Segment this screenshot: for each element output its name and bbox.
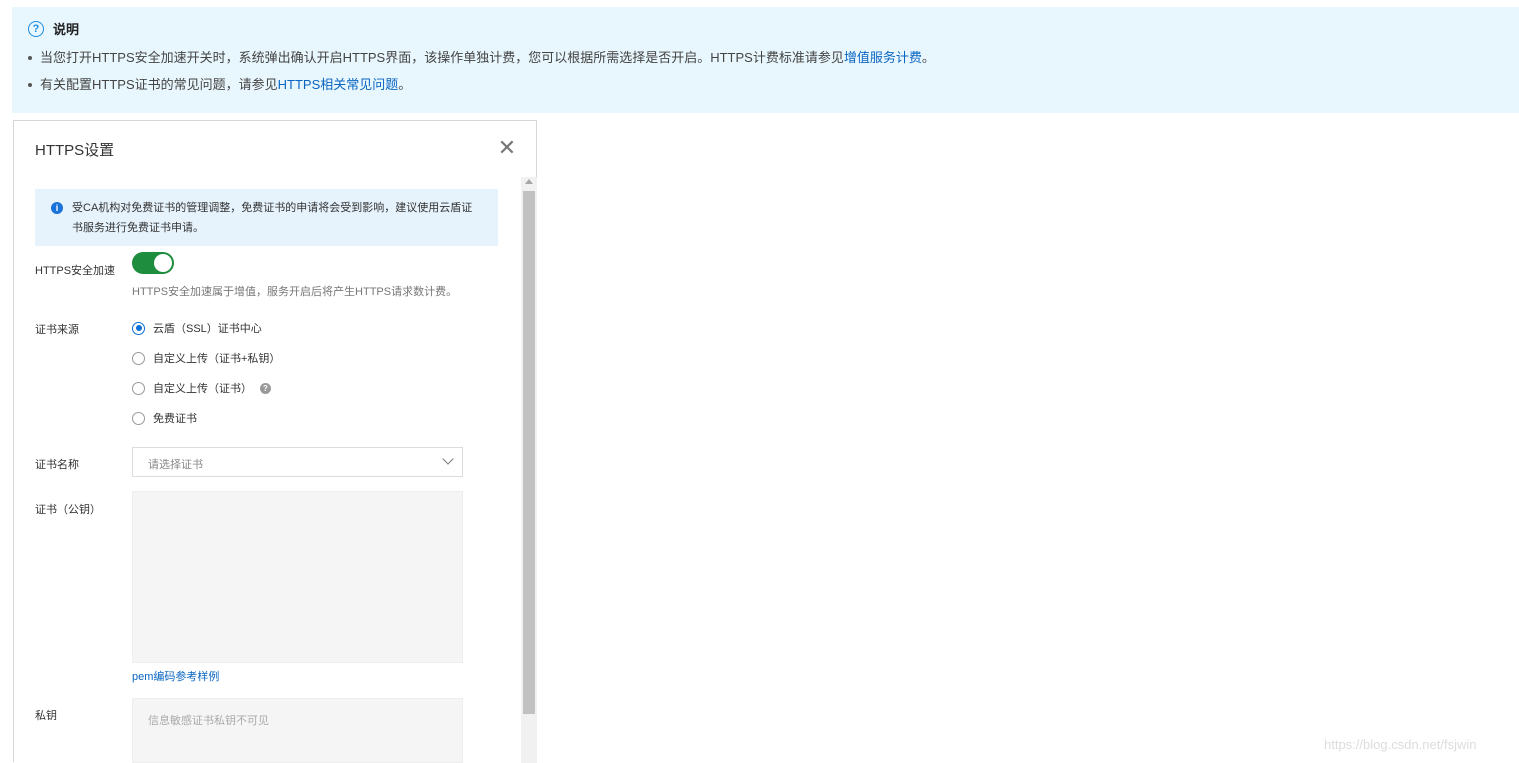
- radio-label: 云盾（SSL）证书中心: [153, 323, 262, 335]
- notice-item-suffix: 。: [398, 77, 412, 92]
- notice-header: ? 说明: [28, 19, 79, 38]
- select-placeholder: 请选择证书: [148, 459, 203, 471]
- radio-button[interactable]: [132, 411, 145, 425]
- radio-button[interactable]: [132, 381, 145, 395]
- scrollbar[interactable]: [521, 177, 537, 763]
- https-accel-toggle[interactable]: [132, 252, 174, 274]
- private-key-placeholder: 信息敏感证书私钥不可见: [148, 715, 269, 727]
- pem-sample-link[interactable]: pem编码参考样例: [132, 668, 219, 684]
- notice-list: 当您打开HTTPS安全加速开关时，系统弹出确认开启HTTPS界面，该操作单独计费…: [26, 48, 935, 102]
- toggle-knob: [154, 254, 172, 272]
- panel-title: HTTPS设置: [35, 142, 115, 159]
- notice-item: 当您打开HTTPS安全加速开关时，系统弹出确认开启HTTPS界面，该操作单独计费…: [26, 48, 935, 75]
- cert-name-select[interactable]: 请选择证书: [132, 447, 463, 477]
- cert-name-label: 证书名称: [35, 459, 79, 471]
- https-faq-link[interactable]: HTTPS相关常见问题: [278, 77, 399, 92]
- radio-label: 自定义上传（证书）: [153, 383, 252, 395]
- scroll-up-arrow-icon[interactable]: [525, 179, 533, 184]
- radio-label: 免费证书: [153, 413, 197, 425]
- free-cert-alert: i 受CA机构对免费证书的管理调整，免费证书的申请将会受到影响，建议使用云盾证书…: [35, 189, 498, 246]
- radio-option-custom-cert-key[interactable]: 自定义上传（证书+私钥）: [132, 350, 280, 366]
- alert-text: 受CA机构对免费证书的管理调整，免费证书的申请将会受到影响，建议使用云盾证书服务…: [72, 202, 473, 234]
- radio-option-ssl-center[interactable]: 云盾（SSL）证书中心: [132, 320, 262, 336]
- notice-banner: ? 说明 当您打开HTTPS安全加速开关时，系统弹出确认开启HTTPS界面，该操…: [12, 7, 1519, 113]
- close-icon[interactable]: ✕: [496, 137, 518, 160]
- https-accel-hint: HTTPS安全加速属于增值，服务开启后将产生HTTPS请求数计费。: [132, 286, 458, 298]
- info-icon: i: [51, 202, 63, 214]
- radio-label: 自定义上传（证书+私钥）: [153, 353, 281, 365]
- radio-button[interactable]: [132, 351, 145, 365]
- notice-item-suffix: 。: [921, 50, 935, 65]
- watermark: https://blog.csdn.net/fsjwin: [1324, 737, 1477, 752]
- https-settings-panel: HTTPS设置 ✕ i 受CA机构对免费证书的管理调整，免费证书的申请将会受到影…: [13, 120, 537, 763]
- notice-item-text: 当您打开HTTPS安全加速开关时，系统弹出确认开启HTTPS界面，该操作单独计费…: [40, 50, 844, 65]
- radio-button[interactable]: [132, 321, 145, 335]
- chevron-down-icon: [442, 453, 454, 465]
- cert-source-label: 证书来源: [35, 324, 79, 336]
- help-icon[interactable]: ?: [260, 382, 271, 394]
- pricing-link[interactable]: 增值服务计费: [844, 50, 922, 65]
- public-key-textarea[interactable]: [132, 491, 463, 663]
- radio-option-custom-cert[interactable]: 自定义上传（证书） ?: [132, 380, 271, 396]
- notice-item: 有关配置HTTPS证书的常见问题，请参见HTTPS相关常见问题。: [26, 75, 935, 102]
- notice-title: 说明: [53, 22, 80, 37]
- public-key-label: 证书（公钥）: [35, 504, 101, 516]
- private-key-textarea[interactable]: 信息敏感证书私钥不可见: [132, 698, 463, 763]
- radio-option-free-cert[interactable]: 免费证书: [132, 410, 197, 426]
- scrollbar-thumb[interactable]: [523, 191, 535, 714]
- notice-item-text: 有关配置HTTPS证书的常见问题，请参见: [40, 77, 278, 92]
- https-accel-label: HTTPS安全加速: [35, 265, 116, 277]
- private-key-label: 私钥: [35, 710, 57, 722]
- question-circle-icon: ?: [28, 20, 44, 37]
